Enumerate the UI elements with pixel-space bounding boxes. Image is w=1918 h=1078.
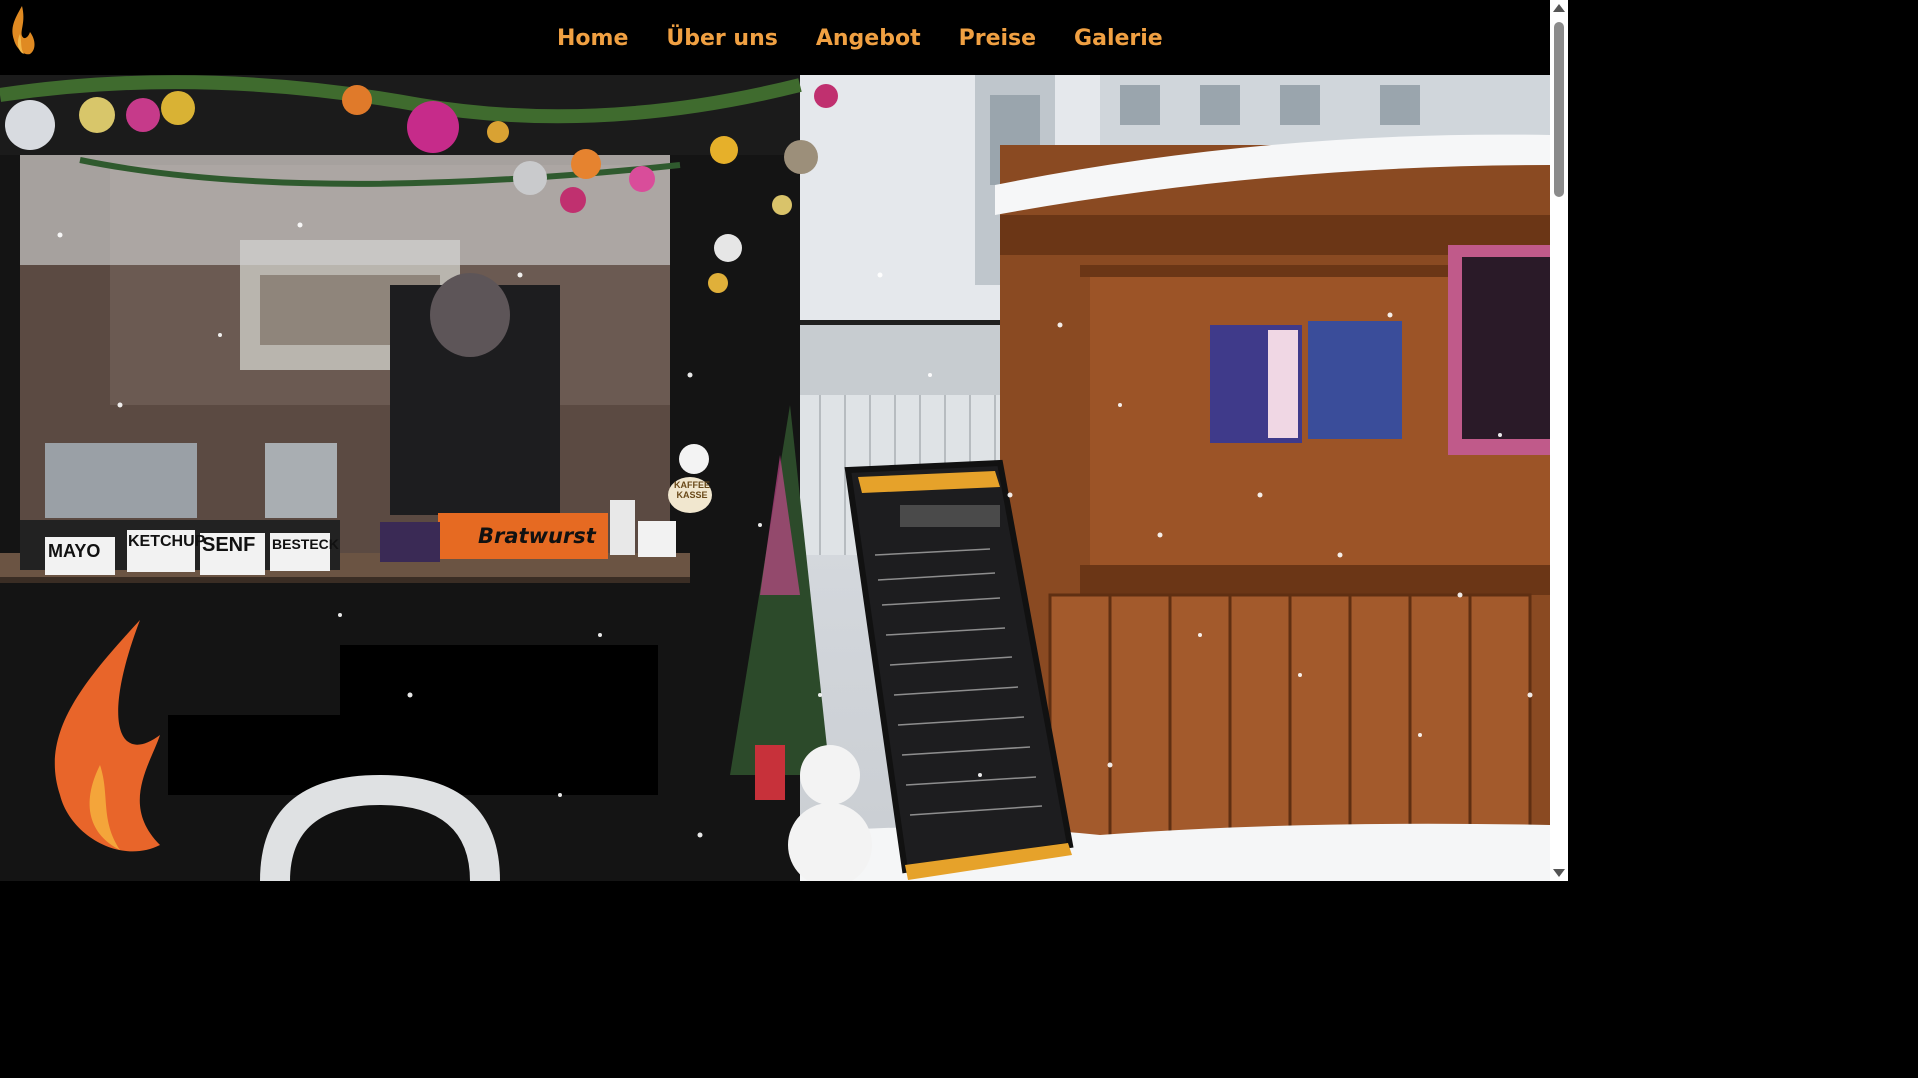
header-bar: Home Über uns Angebot Preise Galerie xyxy=(0,0,1550,75)
ketchup-sign: KETCHUP xyxy=(128,533,206,550)
nav-preise[interactable]: Preise xyxy=(947,22,1048,56)
flame-icon[interactable] xyxy=(6,4,38,62)
kaffee-kasse-ornament: KAFFEE KASSE xyxy=(674,480,710,500)
hero-image: Bratwurst MAYO KETCHUP SENF BESTECK KAFF… xyxy=(0,75,1550,881)
scroll-down-arrow-icon[interactable] xyxy=(1553,869,1565,877)
nav-ueber-uns[interactable]: Über uns xyxy=(654,22,789,56)
main-nav: Home Über uns Angebot Preise Galerie xyxy=(545,22,1189,56)
besteck-sign: BESTECK xyxy=(272,536,339,552)
nav-angebot[interactable]: Angebot xyxy=(804,22,933,56)
page: Home Über uns Angebot Preise Galerie Bra… xyxy=(0,0,1568,881)
senf-sign: SENF xyxy=(202,534,256,556)
hero-illustration xyxy=(0,75,1550,881)
nav-galerie[interactable]: Galerie xyxy=(1062,22,1175,56)
scrollbar-thumb[interactable] xyxy=(1554,22,1564,197)
page-scrollbar[interactable] xyxy=(1550,0,1568,881)
bratwurst-sign: Bratwurst xyxy=(478,524,596,548)
mayo-sign: MAYO xyxy=(48,541,101,561)
scroll-up-arrow-icon[interactable] xyxy=(1553,4,1565,12)
nav-home[interactable]: Home xyxy=(545,22,640,56)
